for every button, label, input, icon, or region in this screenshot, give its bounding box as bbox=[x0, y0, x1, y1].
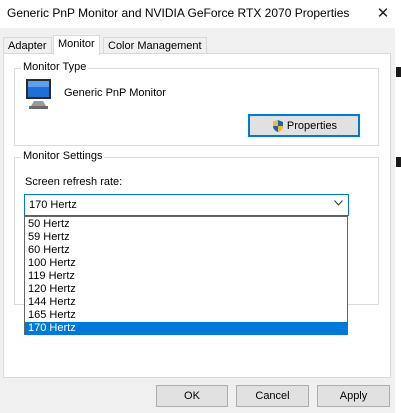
cancel-button-label: Cancel bbox=[255, 390, 290, 402]
chevron-down-icon bbox=[334, 200, 343, 206]
background-glyph bbox=[396, 67, 401, 77]
option-50-hertz[interactable]: 50 Hertz bbox=[25, 218, 347, 231]
tab-label: Color Management bbox=[108, 40, 202, 52]
tab-label: Adapter bbox=[8, 40, 47, 52]
apply-button[interactable]: Apply bbox=[317, 385, 390, 407]
cancel-button[interactable]: Cancel bbox=[236, 385, 309, 407]
close-icon[interactable]: ✕ bbox=[372, 2, 394, 24]
monitor-properties-button[interactable]: Properties bbox=[248, 114, 360, 137]
tab-color-management[interactable]: Color Management bbox=[103, 37, 207, 54]
window-title: Generic PnP Monitor and NVIDIA GeForce R… bbox=[7, 6, 350, 20]
monitor-icon bbox=[26, 79, 51, 109]
option-170-hertz[interactable]: 170 Hertz bbox=[25, 322, 347, 335]
option-59-hertz[interactable]: 59 Hertz bbox=[25, 231, 347, 244]
option-144-hertz[interactable]: 144 Hertz bbox=[25, 296, 347, 309]
tab-label: Monitor bbox=[58, 38, 95, 50]
background-glyph bbox=[396, 157, 401, 167]
monitor-settings-label: Monitor Settings bbox=[21, 150, 105, 162]
option-60-hertz[interactable]: 60 Hertz bbox=[25, 244, 347, 257]
ok-button-label: OK bbox=[184, 390, 200, 402]
refresh-rate-dropdown[interactable]: 170 Hertz bbox=[24, 194, 349, 216]
dialog-footer: OK Cancel Apply bbox=[0, 377, 395, 413]
tab-monitor[interactable]: Monitor bbox=[53, 35, 100, 55]
properties-button-label: Properties bbox=[286, 119, 338, 132]
option-100-hertz[interactable]: 100 Hertz bbox=[25, 257, 347, 270]
shield-icon bbox=[272, 119, 283, 132]
tab-adapter[interactable]: Adapter bbox=[3, 37, 52, 54]
properties-dialog: Generic PnP Monitor and NVIDIA GeForce R… bbox=[0, 0, 395, 413]
option-120-hertz[interactable]: 120 Hertz bbox=[25, 283, 347, 296]
background-window-edge bbox=[395, 0, 401, 413]
title-bar: Generic PnP Monitor and NVIDIA GeForce R… bbox=[0, 0, 395, 28]
refresh-rate-label: Screen refresh rate: bbox=[25, 176, 123, 188]
monitor-name: Generic PnP Monitor bbox=[64, 87, 166, 99]
monitor-type-group: Monitor Type Generic PnP Monitor Propert… bbox=[14, 61, 379, 146]
monitor-tab-panel: Monitor Type Generic PnP Monitor Propert… bbox=[3, 53, 391, 378]
refresh-rate-list[interactable]: 50 Hertz 59 Hertz 60 Hertz 100 Hertz 119… bbox=[24, 216, 348, 335]
option-165-hertz[interactable]: 165 Hertz bbox=[25, 309, 347, 322]
option-119-hertz[interactable]: 119 Hertz bbox=[25, 270, 347, 283]
monitor-type-label: Monitor Type bbox=[21, 61, 89, 73]
refresh-rate-value: 170 Hertz bbox=[29, 199, 77, 211]
apply-button-label: Apply bbox=[339, 390, 368, 402]
tab-strip: Adapter Monitor Color Management bbox=[0, 28, 395, 56]
ok-button[interactable]: OK bbox=[156, 385, 228, 407]
